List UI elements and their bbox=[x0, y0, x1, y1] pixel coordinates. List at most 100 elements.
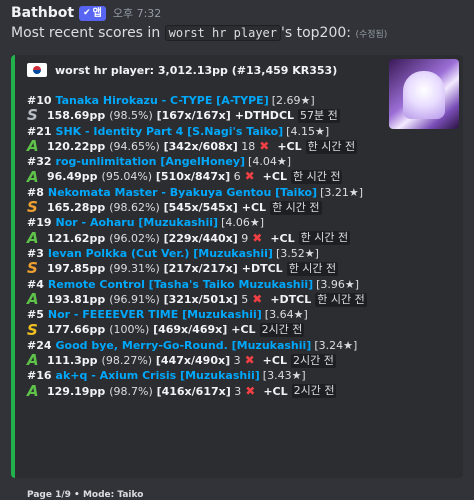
embed-footer: Page 1/9 • Mode: Taiko bbox=[27, 490, 144, 500]
accuracy: (96.02%) bbox=[109, 231, 160, 245]
score-title-line: #5 Nor - FEEEEVER TIME [Muzukashii] [3.64★… bbox=[27, 307, 387, 322]
map-link[interactable]: Tanaka Hirokazu - C-TYPE [A-TYPE] bbox=[56, 93, 269, 108]
combo: [447x/490x] bbox=[152, 354, 231, 368]
grade-icon: S bbox=[27, 259, 38, 278]
grade-icon: A bbox=[27, 351, 39, 370]
mods: +CL bbox=[262, 354, 287, 368]
score-title-line: #32 rog-unlimitation [AngelHoney] [4.04★] bbox=[27, 154, 387, 169]
accuracy: (98.27%) bbox=[101, 354, 153, 368]
miss-x-icon: ✖ bbox=[259, 138, 270, 153]
score-stats-line: S 158.69pp (98.5%) [167x/167x] +DTHDCL 57분 전 bbox=[27, 108, 387, 123]
timestamp[interactable]: 오후 7:32 bbox=[113, 5, 161, 21]
pp-value: 158.69pp bbox=[47, 109, 106, 123]
miss-x-icon: ✖ bbox=[244, 353, 255, 368]
combo: [416x/617x] bbox=[152, 384, 231, 398]
miss-count: 5 bbox=[237, 292, 249, 306]
star-rating: [3.52★] bbox=[275, 246, 319, 260]
miss-count: 9 bbox=[237, 231, 249, 245]
mods: +CL bbox=[270, 231, 295, 245]
mods: +DTCL bbox=[270, 292, 312, 306]
accuracy: (98.7%) bbox=[109, 384, 153, 398]
relative-time[interactable]: 한 시간 전 bbox=[270, 200, 322, 215]
map-link[interactable]: ak+q - Axium Crisis [Muzukashii] bbox=[56, 368, 260, 383]
combo: [229x/440x] bbox=[159, 231, 238, 245]
pp-value: 193.81pp bbox=[47, 292, 106, 306]
miss-x-icon: ✖ bbox=[252, 230, 263, 245]
author-text[interactable]: worst hr player: 3,012.13pp (#13,459 KR3… bbox=[55, 64, 337, 77]
mods: +CL bbox=[263, 384, 288, 398]
accuracy: (95.04%) bbox=[101, 170, 153, 184]
combo: [217x/217x] bbox=[159, 262, 238, 276]
score-title-line: #21 SHK - Identity Part 4 [S.Nagi's Taiko… bbox=[27, 124, 387, 139]
accuracy: (94.65%) bbox=[109, 139, 160, 153]
edited-label: (수정됨) bbox=[355, 30, 388, 40]
mods: +CL bbox=[231, 323, 256, 337]
miss-count: 18 bbox=[237, 139, 256, 153]
accuracy: (98.5%) bbox=[109, 109, 153, 123]
score-stats-line: S 177.66pp (100%) [469x/469x] +CL 2시간 전 bbox=[27, 320, 387, 339]
relative-time[interactable]: 한 시간 전 bbox=[290, 170, 343, 185]
pp-value: 121.62pp bbox=[47, 231, 106, 245]
message-prefix: Most recent scores in bbox=[11, 25, 165, 41]
pp-value: 129.19pp bbox=[47, 384, 106, 398]
star-rating: [4.06★] bbox=[221, 216, 265, 230]
verified-check-icon: ✔ bbox=[83, 7, 91, 18]
accuracy: (99.31%) bbox=[109, 262, 160, 276]
star-rating: [2.69★] bbox=[271, 94, 315, 107]
relative-time[interactable]: 2시간 전 bbox=[291, 384, 337, 399]
grade-icon: S bbox=[27, 106, 38, 125]
pp-value: 96.49pp bbox=[47, 170, 98, 184]
bot-name[interactable]: Bathbot bbox=[11, 5, 74, 21]
score-stats-line: S 197.85pp (99.31%) [217x/217x] +DTCL 한 시간 전 bbox=[27, 261, 387, 276]
accuracy: (100%) bbox=[109, 323, 150, 337]
scores-list: #10 Tanaka Hirokazu - C-TYPE [A-TYPE] [2.6… bbox=[27, 93, 387, 399]
combo: [167x/167x] bbox=[152, 109, 231, 123]
username-code: worst hr player bbox=[164, 25, 282, 41]
map-link[interactable]: Nor - Aoharu [Muzukashii] bbox=[56, 215, 219, 230]
score-title-line: #16 ak+q - Axium Crisis [Muzukashii] [3.43… bbox=[27, 368, 387, 383]
embed-author: worst hr player: 3,012.13pp (#13,459 KR3… bbox=[27, 63, 337, 77]
map-link[interactable]: Nor - FEEEEVER TIME [Muzukashii] bbox=[48, 307, 262, 322]
message-content: Most recent scores in worst hr player's … bbox=[11, 25, 387, 41]
relative-time[interactable]: 2시간 전 bbox=[259, 323, 305, 338]
profile-thumbnail[interactable] bbox=[389, 59, 459, 129]
map-link[interactable]: Good bye, Merry-Go-Round. [Muzukashii] bbox=[56, 338, 312, 353]
accuracy: (98.62%) bbox=[109, 201, 160, 215]
map-link[interactable]: SHK - Identity Part 4 [S.Nagi's Taiko] bbox=[56, 124, 284, 139]
scores-embed: worst hr player: 3,012.13pp (#13,459 KR3… bbox=[11, 55, 463, 500]
relative-time[interactable]: 한 시간 전 bbox=[286, 261, 339, 276]
score-stats-line: A 129.19pp (98.7%) [416x/617x] 3 ✖ +CL 2시간 전 bbox=[27, 381, 387, 400]
map-link[interactable]: rog-unlimitation [AngelHoney] bbox=[56, 154, 246, 169]
pp-value: 197.85pp bbox=[47, 262, 106, 276]
app-badge: ✔ 앱 bbox=[79, 5, 106, 21]
map-link[interactable]: Remote Control [Tasha's Taiko Muzukashii… bbox=[48, 277, 313, 292]
score-stats-line: A 121.62pp (96.02%) [229x/440x] 9 ✖ +CL 한 시간 … bbox=[27, 230, 387, 246]
grade-icon: A bbox=[27, 167, 39, 186]
combo: [545x/545x] bbox=[159, 201, 238, 215]
grade-icon: A bbox=[27, 381, 39, 400]
miss-count: 6 bbox=[230, 170, 241, 184]
relative-time[interactable]: 한 시간 전 bbox=[298, 231, 351, 246]
score-stats-line: A 96.49pp (95.04%) [510x/847x] 6 ✖ +CL 한 시간 전 bbox=[27, 167, 387, 186]
score-title-line: #3 Ievan Polkka (Cut Ver.) [Muzukashii] [3… bbox=[27, 246, 387, 261]
score-stats-line: A 111.3pp (98.27%) [447x/490x] 3 ✖ +CL 2시간 전 bbox=[27, 353, 387, 368]
relative-time[interactable]: 2시간 전 bbox=[290, 353, 336, 368]
miss-count: 3 bbox=[230, 354, 241, 368]
relative-time[interactable]: 57분 전 bbox=[298, 108, 340, 123]
map-link[interactable]: Nekomata Master - Byakuya Gentou [Taiko] bbox=[48, 185, 317, 200]
pp-value: 120.22pp bbox=[47, 139, 106, 153]
mods: +DTHDCL bbox=[234, 109, 295, 123]
score-title-line: #10 Tanaka Hirokazu - C-TYPE [A-TYPE] [2.6… bbox=[27, 93, 387, 108]
combo: [510x/847x] bbox=[152, 170, 231, 184]
map-link[interactable]: Ievan Polkka (Cut Ver.) [Muzukashii] bbox=[48, 246, 273, 261]
miss-x-icon: ✖ bbox=[245, 383, 256, 398]
score-title-line: #24 Good bye, Merry-Go-Round. [Muzukashii… bbox=[27, 338, 387, 353]
south-korea-flag-icon bbox=[27, 63, 47, 77]
grade-icon: A bbox=[27, 290, 39, 308]
score-title-line: #8 Nekomata Master - Byakuya Gentou [Taik… bbox=[27, 185, 387, 200]
relative-time[interactable]: 한 시간 전 bbox=[315, 292, 367, 307]
mods: +DTCL bbox=[241, 262, 283, 276]
grade-icon: S bbox=[27, 320, 38, 339]
relative-time[interactable]: 한 시간 전 bbox=[305, 139, 358, 154]
message-header: Bathbot ✔ 앱 오후 7:32 bbox=[11, 4, 161, 22]
